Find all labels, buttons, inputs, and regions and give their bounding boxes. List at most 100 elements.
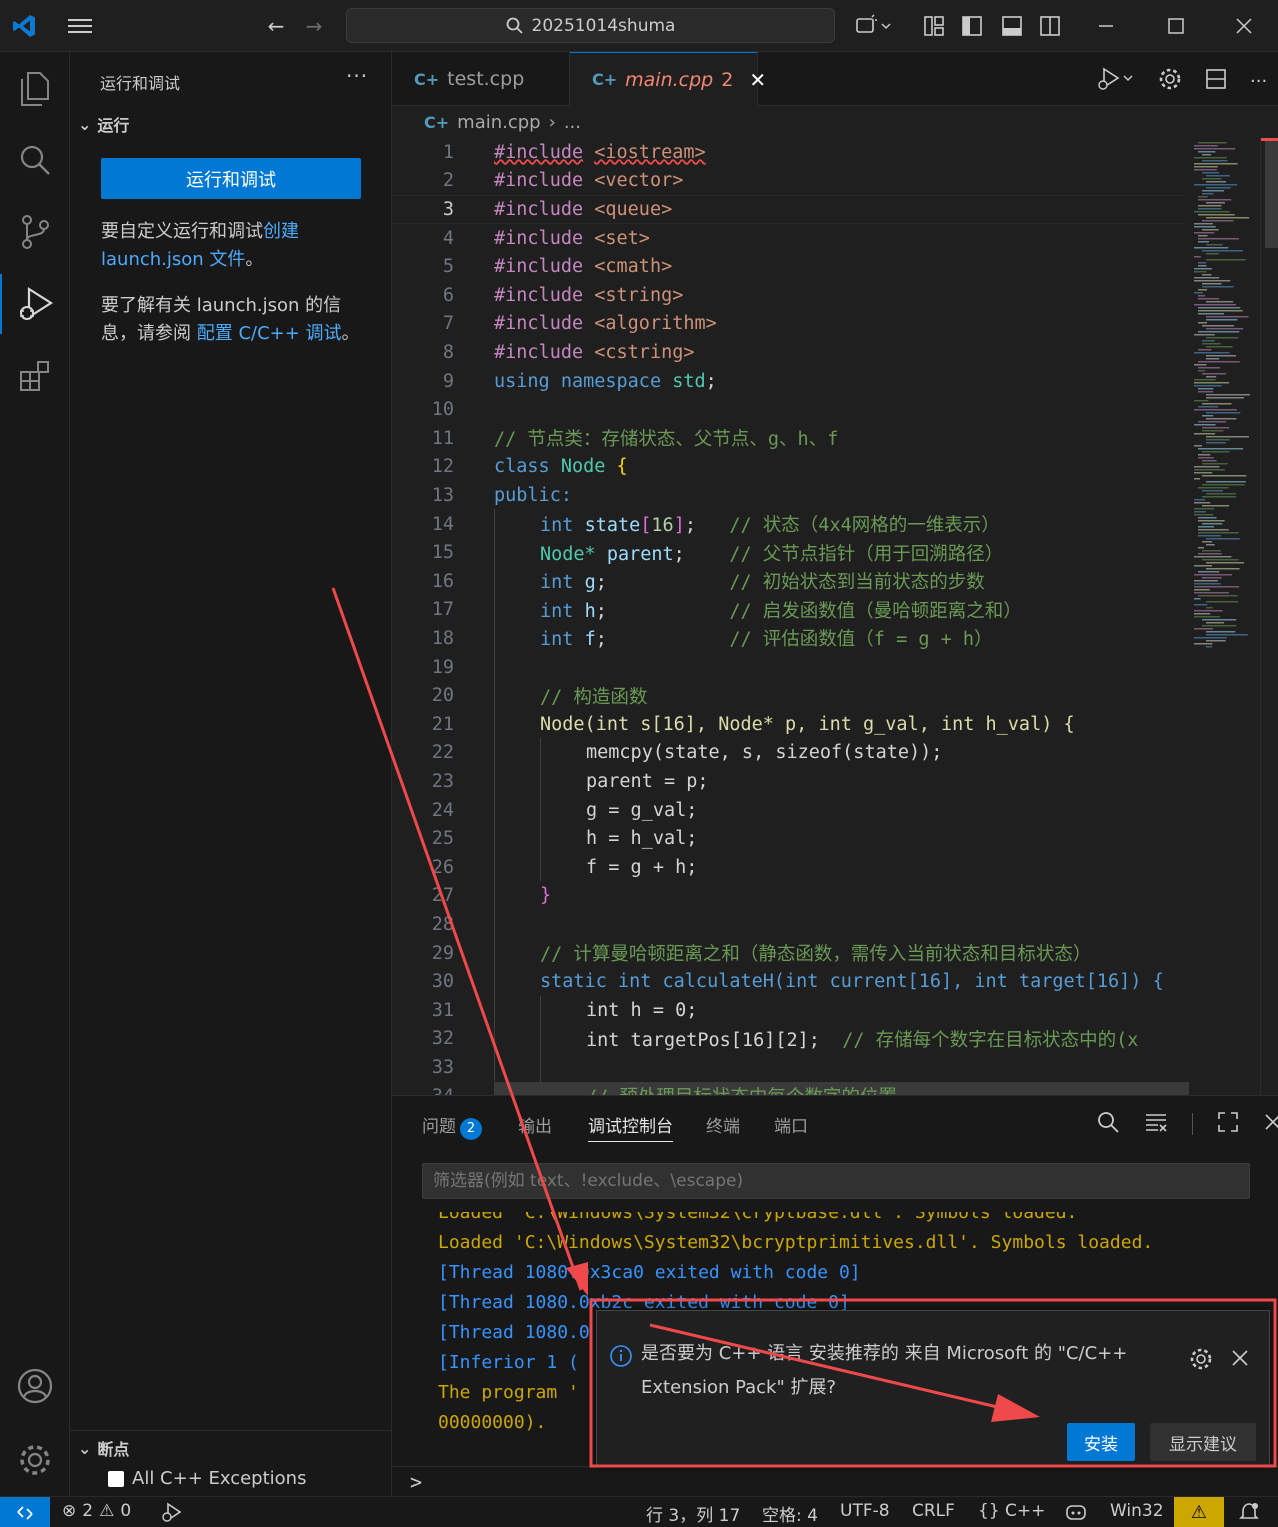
indentation[interactable]: 空格: 4: [762, 1501, 818, 1526]
minimap-line: [1206, 175, 1230, 177]
breakpoint-checkbox[interactable]: [108, 1470, 124, 1487]
accounts-icon[interactable]: [0, 1356, 70, 1416]
remote-indicator-icon[interactable]: [0, 1497, 50, 1527]
show-recommendations-button[interactable]: 显示建议: [1150, 1423, 1256, 1461]
minimap-line: [1194, 508, 1215, 510]
search-icon[interactable]: [0, 130, 70, 190]
breadcrumb-symbol[interactable]: ...: [564, 112, 581, 133]
tab-terminal[interactable]: 终端: [706, 1112, 740, 1137]
settings-gear-icon[interactable]: [1158, 67, 1182, 95]
minimap-line: [1202, 340, 1215, 342]
tab-output[interactable]: 输出: [518, 1112, 552, 1137]
minimap-line: [1194, 556, 1232, 558]
filter-input[interactable]: [422, 1163, 1250, 1199]
notification-settings-gear-icon[interactable]: [1189, 1347, 1213, 1375]
forward-arrow-icon[interactable]: →: [300, 12, 328, 40]
minimap-line: [1198, 241, 1210, 243]
copilot-status-icon[interactable]: [1064, 1501, 1088, 1527]
command-center-search[interactable]: 20251014shuma: [346, 8, 835, 43]
problem-count: 2: [721, 68, 734, 91]
platform-config[interactable]: Win32: [1110, 1501, 1164, 1521]
tab-problems[interactable]: 问题 2: [422, 1112, 482, 1140]
configure-cpp-debug-link[interactable]: 配置 C/C++ 调试: [197, 323, 342, 344]
minimap-line: [1202, 523, 1223, 525]
close-tab-icon[interactable]: ✕: [749, 68, 766, 92]
run-and-debug-button[interactable]: 运行和调试: [101, 158, 361, 199]
minimap[interactable]: [1192, 138, 1260, 658]
minimap-line: [1206, 442, 1226, 444]
install-button[interactable]: 安装: [1067, 1423, 1135, 1461]
breakpoints-section-header[interactable]: ⌄ 断点: [78, 1436, 129, 1460]
launch-json-docs-hint: 要了解有关 launch.json 的信息，请参阅 配置 C/C++ 调试。: [101, 295, 360, 344]
extensions-icon[interactable]: [0, 346, 70, 406]
minimap-line: [1198, 349, 1212, 351]
back-arrow-icon[interactable]: ←: [262, 12, 290, 40]
close-window-icon[interactable]: [1230, 12, 1258, 40]
minimap-line: [1202, 250, 1243, 252]
tab-debug-console[interactable]: 调试控制台: [588, 1112, 673, 1142]
menu-icon[interactable]: [66, 12, 94, 40]
close-notification-icon[interactable]: [1231, 1349, 1249, 1371]
error-marker: [1261, 138, 1278, 141]
debug-status-icon[interactable]: [160, 1501, 182, 1527]
layout-customize-icon[interactable]: [920, 12, 948, 40]
toggle-secondary-sidebar-icon[interactable]: [1036, 12, 1064, 40]
minimize-icon[interactable]: [1092, 12, 1120, 40]
code-line: using namespace std;: [494, 370, 717, 392]
minimap-line: [1198, 367, 1221, 369]
minimap-line: [1198, 391, 1214, 393]
search-icon[interactable]: [1096, 1110, 1120, 1138]
minimap-line: [1202, 427, 1230, 429]
console-line: [Inferior 1 (: [438, 1352, 579, 1373]
language-mode[interactable]: {} C++: [978, 1501, 1045, 1521]
notifications-bell-icon[interactable]: [1238, 1501, 1260, 1527]
close-panel-icon[interactable]: [1263, 1112, 1278, 1136]
minimap-line: [1202, 541, 1213, 543]
panel-actions: [1096, 1110, 1278, 1138]
encoding[interactable]: UTF-8: [840, 1501, 890, 1521]
source-control-icon[interactable]: [0, 202, 70, 262]
more-actions-icon[interactable]: ···: [1250, 71, 1267, 92]
minimap-line: [1202, 625, 1237, 627]
toggle-primary-sidebar-icon[interactable]: [958, 12, 986, 40]
line-endings[interactable]: CRLF: [912, 1501, 955, 1521]
run-section-header[interactable]: ⌄ 运行: [78, 112, 129, 136]
run-debug-dropdown-icon[interactable]: [1096, 66, 1136, 96]
code-line: f = g + h;: [586, 856, 698, 878]
tab-ports[interactable]: 端口: [774, 1112, 808, 1137]
minimap-line: [1206, 337, 1239, 339]
code-editor[interactable]: 1 2 3 4 5 6 7 8 9 10 11 12 13 14 15 16 17 18 19 20 21 22 23 24 2…: [392, 138, 1278, 1095]
manage-gear-icon[interactable]: [0, 1430, 70, 1490]
minimap-line: [1198, 535, 1221, 537]
minimap-line: [1202, 484, 1245, 486]
run-and-debug-icon[interactable]: [0, 274, 70, 334]
cursor-position[interactable]: 行 3，列 17: [646, 1501, 740, 1526]
minimap-line: [1202, 172, 1220, 174]
more-actions-icon[interactable]: ···: [346, 64, 368, 88]
warning-status-icon[interactable]: ⚠: [1174, 1497, 1224, 1527]
code-line: Node* parent; // 父节点指针（用于回溯路径）: [540, 543, 1004, 565]
scrollbar-thumb[interactable]: [1265, 138, 1278, 248]
tab-test-cpp[interactable]: C+ test.cpp: [392, 52, 570, 106]
minimap-line: [1198, 310, 1243, 312]
problems-status[interactable]: ⊗ 2 ⚠ 0: [62, 1501, 131, 1521]
toggle-panel-icon[interactable]: [998, 12, 1026, 40]
copilot-icon[interactable]: [852, 12, 896, 40]
maximize-icon[interactable]: [1162, 12, 1190, 40]
minimap-line: [1202, 283, 1222, 285]
editor-scrollbar[interactable]: [1260, 138, 1278, 1095]
clear-console-icon[interactable]: [1144, 1110, 1168, 1138]
explorer-icon[interactable]: [0, 58, 70, 118]
tab-main-cpp[interactable]: C+ main.cpp 2 ✕: [570, 52, 766, 106]
minimap-line: [1198, 295, 1206, 297]
maximize-panel-icon[interactable]: [1217, 1111, 1239, 1137]
code-line: int h; // 启发函数值（曼哈顿距离之和）: [540, 600, 1022, 622]
breadcrumb-file[interactable]: main.cpp: [457, 112, 540, 133]
minimap-line: [1206, 259, 1246, 261]
minimap-line: [1206, 646, 1213, 648]
line-number: 10: [431, 399, 454, 421]
split-editor-icon[interactable]: [1204, 67, 1228, 95]
console-prompt[interactable]: >: [410, 1470, 422, 1494]
minimap-line: [1198, 526, 1215, 528]
minimap-line: [1202, 460, 1217, 462]
